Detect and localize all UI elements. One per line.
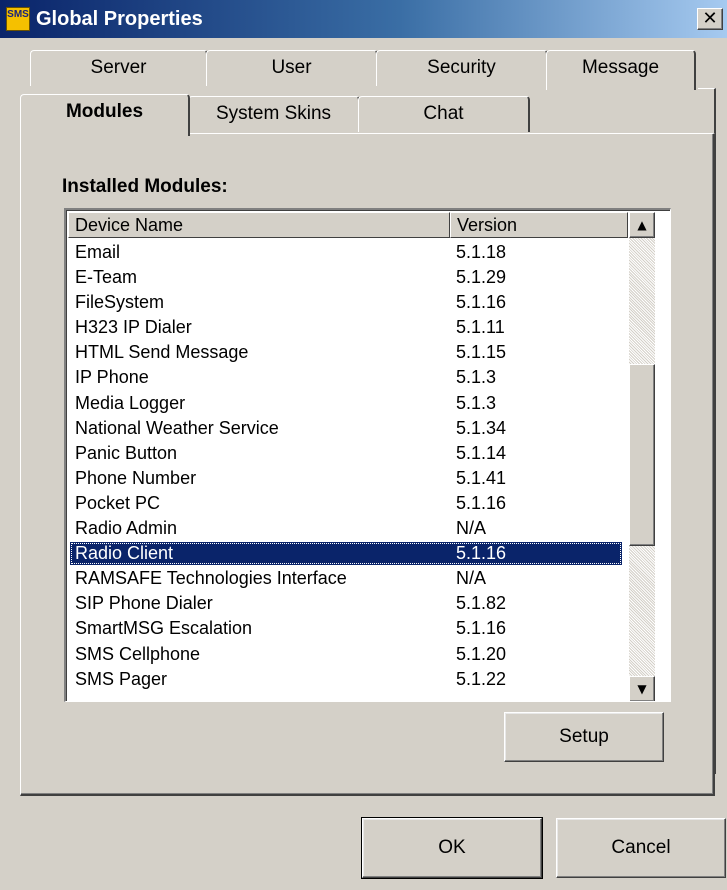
version-cell: 5.1.22: [456, 668, 507, 689]
tab-message[interactable]: Message: [546, 50, 696, 90]
table-row[interactable]: H323 IP Dialer 5.1.11: [68, 315, 628, 340]
table-row[interactable]: SMS Cellphone 5.1.20: [68, 642, 628, 667]
table-row[interactable]: RAMSAFE Technologies Interface N/A: [68, 566, 628, 591]
window-title: Global Properties: [36, 8, 203, 30]
table-row[interactable]: Email 5.1.18: [68, 240, 628, 265]
table-row[interactable]: SIP Phone Dialer 5.1.82: [68, 591, 628, 616]
version-cell: N/A: [456, 568, 487, 589]
device-name-cell: Email: [75, 242, 121, 262]
version-cell: 5.1.3: [456, 392, 497, 413]
close-button[interactable]: ✕: [697, 8, 723, 30]
device-name-cell: H323 IP Dialer: [75, 317, 192, 338]
column-header-version[interactable]: Version: [450, 212, 628, 238]
modules-list[interactable]: Device Name Version Email 5.1.18 E-Team 5.1…: [64, 208, 671, 702]
device-name-cell: National Weather Service: [75, 417, 279, 438]
table-row[interactable]: FileSystem 5.1.16: [68, 290, 628, 315]
cancel-button[interactable]: Cancel: [556, 818, 726, 878]
version-cell: 5.1.15: [456, 342, 507, 363]
table-row[interactable]: E-Team 5.1.29: [68, 265, 628, 290]
version-cell: 5.1.41: [456, 467, 507, 488]
vertical-scrollbar[interactable]: ▲ ▼: [629, 212, 655, 701]
version-cell: 5.1.82: [456, 593, 507, 614]
version-cell: N/A: [456, 518, 487, 539]
device-name-cell: Pocket PC: [75, 492, 161, 513]
list-rows: Email 5.1.18 E-Team 5.1.29 FileSystem 5.1.16 H…: [68, 240, 628, 692]
version-cell: 5.1.14: [456, 442, 507, 463]
tab-user[interactable]: User: [206, 50, 378, 86]
table-row[interactable]: SMS Pager 5.1.22: [68, 667, 628, 692]
version-cell: 5.1.29: [456, 267, 507, 288]
device-name-cell: Phone Number: [75, 467, 197, 488]
table-row[interactable]: Media Logger 5.1.3: [68, 391, 628, 416]
tab-chat[interactable]: Chat: [358, 96, 530, 132]
installed-modules-label: Installed Modules:: [62, 176, 228, 197]
device-name-cell: HTML Send Message: [75, 342, 249, 363]
app-icon: SMS: [6, 7, 30, 31]
version-cell: 5.1.16: [456, 543, 507, 564]
table-row[interactable]: HTML Send Message 5.1.15: [68, 340, 628, 365]
version-cell: 5.1.3: [456, 367, 497, 388]
device-name-cell: SmartMSG Escalation: [75, 618, 253, 639]
list-header: Device Name Version: [68, 212, 652, 238]
device-name-cell: Radio Client: [75, 543, 174, 564]
table-row[interactable]: National Weather Service 5.1.34: [68, 416, 628, 441]
table-row[interactable]: Pocket PC 5.1.16: [68, 491, 628, 516]
version-cell: 5.1.18: [456, 242, 507, 262]
version-cell: 5.1.11: [456, 317, 505, 338]
device-name-cell: RAMSAFE Technologies Interface: [75, 568, 347, 589]
table-row[interactable]: Phone Number 5.1.41: [68, 466, 628, 491]
setup-button[interactable]: Setup: [504, 712, 664, 762]
device-name-cell: Media Logger: [75, 392, 186, 413]
tab-security[interactable]: Security: [376, 50, 548, 86]
table-row[interactable]: Radio Admin N/A: [68, 516, 628, 541]
device-name-cell: SIP Phone Dialer: [75, 593, 213, 614]
device-name-cell: IP Phone: [75, 367, 149, 388]
table-row[interactable]: IP Phone 5.1.3: [68, 365, 628, 390]
device-name-cell: Radio Admin: [75, 518, 178, 539]
version-cell: 5.1.34: [456, 417, 507, 438]
version-cell: 5.1.16: [456, 492, 507, 513]
device-name-cell: SMS Pager: [75, 668, 168, 689]
version-cell: 5.1.16: [456, 618, 507, 639]
table-row[interactable]: Radio Client 5.1.16: [68, 541, 628, 566]
table-row[interactable]: SmartMSG Escalation 5.1.16: [68, 616, 628, 641]
device-name-cell: FileSystem: [75, 292, 165, 313]
scroll-up-arrow-icon[interactable]: ▲: [629, 212, 655, 238]
title-bar[interactable]: SMS Global Properties ✕: [0, 0, 727, 38]
version-cell: 5.1.20: [456, 643, 507, 664]
scroll-thumb[interactable]: [629, 364, 655, 546]
device-name-cell: SMS Cellphone: [75, 643, 201, 664]
tab-system-skins[interactable]: System Skins: [188, 96, 360, 132]
version-cell: 5.1.16: [456, 292, 507, 313]
column-header-device-name[interactable]: Device Name: [68, 212, 450, 238]
tab-modules[interactable]: Modules: [20, 94, 190, 136]
device-name-cell: Panic Button: [75, 442, 178, 463]
ok-button[interactable]: OK: [361, 817, 543, 879]
table-row[interactable]: Panic Button 5.1.14: [68, 441, 628, 466]
device-name-cell: E-Team: [75, 267, 138, 288]
tab-server[interactable]: Server: [30, 50, 208, 86]
scroll-down-arrow-icon[interactable]: ▼: [629, 676, 655, 701]
